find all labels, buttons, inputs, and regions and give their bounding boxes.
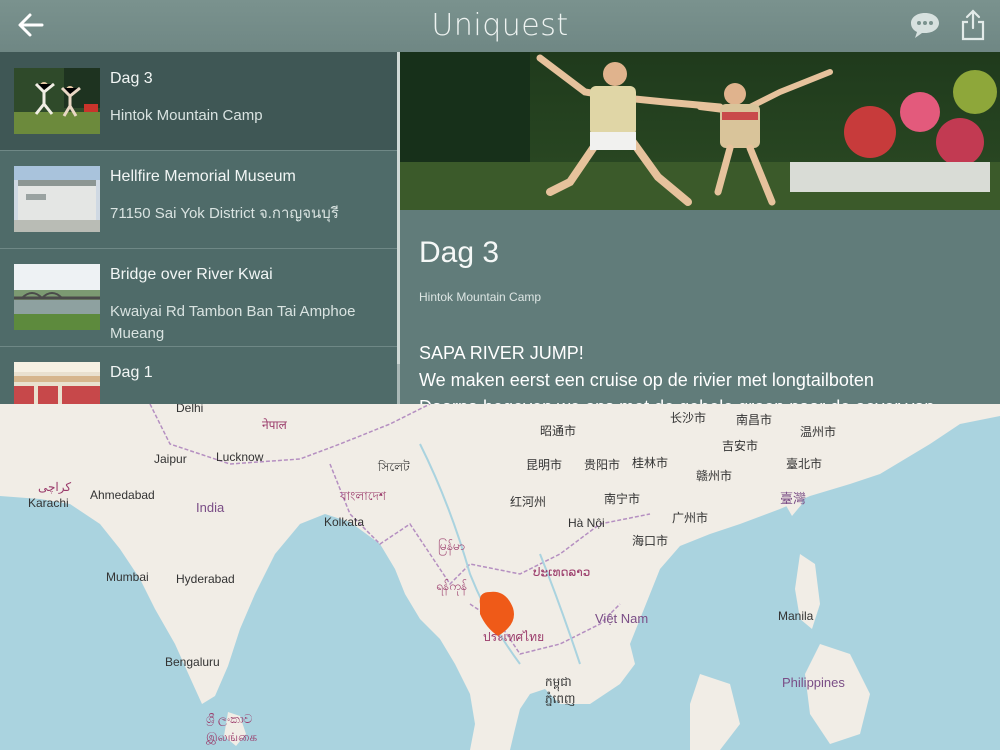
chat-bubble-icon[interactable] [908,10,942,40]
museum-building-photo [14,166,100,232]
map-label: 臺灣 [780,491,807,506]
list-item-subtitle: Kwaiyai Rd Tambon Ban Tai Amphoe Mueang [110,303,356,342]
map-label: India [196,500,225,515]
map-label: 南宁市 [604,492,641,506]
map-label: Hyderabad [176,572,235,586]
app-title: Uniquest [431,8,569,43]
map-label: မြန်မာ [438,539,465,553]
detail-description: SAPA RIVER JUMP! We maken eerst een crui… [419,340,989,404]
map-label: Kolkata [324,515,365,529]
itinerary-list: Dag 3 Hintok Mountain Camp Hellfire Memo… [0,52,397,404]
map-label: 红河州 [510,495,547,509]
map-label: 桂林市 [632,456,669,470]
map-label: 海口市 [632,534,669,548]
map-label: Mumbai [106,570,149,584]
map-label: Hà Nội [568,516,605,530]
map-label: 广州市 [672,511,709,525]
map-label: 温州市 [800,425,837,439]
map-label: Lucknow [216,450,264,464]
map-label: 昆明市 [526,458,563,472]
list-item[interactable]: Hellfire Memorial Museum 71150 Sai Yok D… [0,150,397,249]
map-label: 长沙市 [670,411,707,425]
map-label: ປະເທດລາວ [533,565,591,579]
list-item[interactable]: Bridge over River Kwai Kwaiyai Rd Tambon… [0,248,397,347]
hero-photo [400,52,1000,210]
map-label: Bengaluru [165,655,220,669]
detail-panel: Dag 3 Hintok Mountain Camp SAPA RIVER JU… [400,52,1000,404]
detail-body-heading: SAPA RIVER JUMP! [419,343,584,363]
map-label: Việt Nam [595,611,649,626]
map-label: ភ្នំពេញ [545,692,576,706]
list-item-title: Dag 3 [110,70,153,87]
map-label: Ahmedabad [90,488,155,502]
map-label: 贵阳市 [584,458,621,472]
app-header: Uniquest [0,0,1000,52]
list-item[interactable]: Dag 3 Hintok Mountain Camp [0,52,397,151]
map-label: 臺北市 [786,457,823,471]
map-label: Philippines [782,675,845,690]
map-label: Manila [778,609,814,623]
bridge-river-photo [14,264,100,330]
list-item[interactable]: Dag 1 [0,346,397,404]
map-label: 吉安市 [722,439,759,453]
map-label: இலங்கை [206,730,258,744]
map-label: 南昌市 [736,413,773,427]
map-label: ශ්‍රී ලංකාව [206,712,253,726]
detail-subtitle: Hintok Mountain Camp [419,290,542,304]
map-label: Jaipur [154,452,187,466]
share-icon[interactable] [958,8,988,42]
map-label: 赣州市 [696,469,733,483]
map-label: Karachi [28,496,69,510]
map-label: 昭通市 [540,424,577,438]
list-item-title: Bridge over River Kwai [110,266,273,283]
detail-body-line: We maken eerst een cruise op de rivier m… [419,370,874,390]
map-label: ประเทศไทย [483,630,545,644]
jumping-people-photo [14,68,100,134]
map-label: ရန်ကုန် [436,579,468,593]
detail-title: Dag 3 [419,236,500,269]
map-label: កម្ពុជា [545,675,572,689]
aircraft-cabin-photo [14,362,100,404]
map-label: नेपाल [262,418,287,432]
map-view[interactable]: Delhi नेपाल Jaipur Lucknow সিলেট کراچی K… [0,404,1000,750]
list-item-title: Dag 1 [110,364,153,381]
detail-body-line: Daarna begeven we ons met de gehele groe… [419,394,989,404]
list-item-subtitle: Hintok Mountain Camp [110,107,263,124]
map-label: সিলেট [378,460,410,474]
list-item-title: Hellfire Memorial Museum [110,168,296,185]
map-label: Delhi [176,404,204,415]
map-label: کراچی [38,480,72,494]
map-label: বাংলাদেশ [340,489,386,503]
map-land-shapes [0,404,1000,750]
list-item-subtitle: 71150 Sai Yok District จ.กาญจนบุรี [110,205,339,222]
